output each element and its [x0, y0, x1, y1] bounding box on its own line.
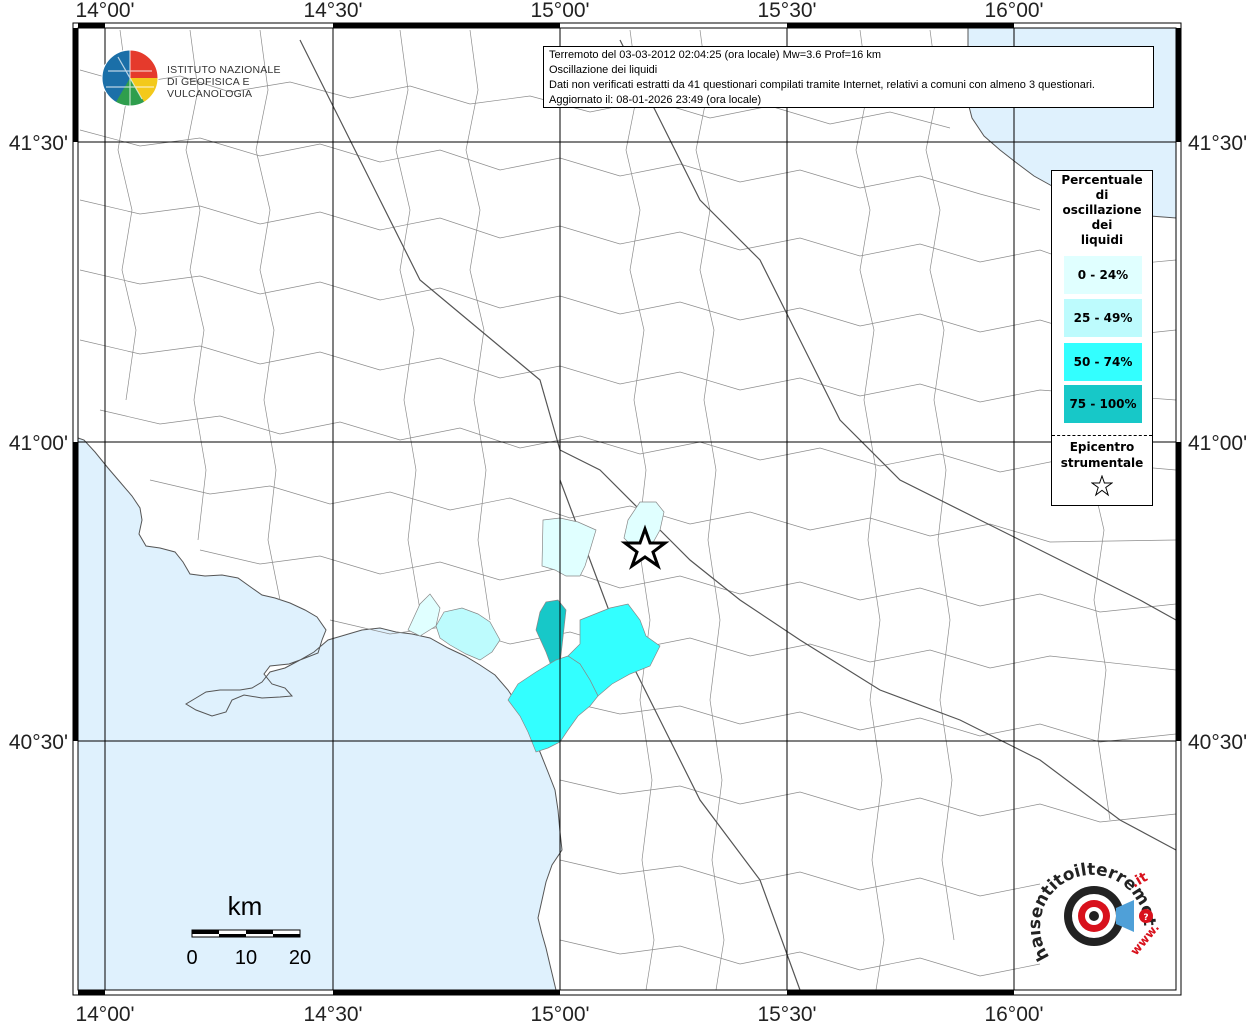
ingv-logo: ISTITUTO NAZIONALE DI GEOFISICA E VULCAN…	[98, 47, 318, 109]
lat-label-right-1: 41°00'	[1188, 432, 1247, 455]
scale-tick-10: 10	[235, 947, 257, 969]
data-note: Dati non verificati estratti da 41 quest…	[549, 79, 1095, 91]
lon-label-bottom-2: 15°00'	[530, 1003, 589, 1024]
lon-label-top-4: 16°00'	[984, 0, 1043, 22]
sentito-logo-graphic: haisentitoilterremoto ? www. .it	[1024, 845, 1162, 964]
event-title: Terremoto del 03-03-2012 02:04:25 (ora l…	[549, 49, 882, 61]
event-info-box: Terremoto del 03-03-2012 02:04:25 (ora l…	[543, 46, 1154, 108]
legend-title-line3: oscillazione	[1062, 203, 1142, 217]
lon-label-bottom-4: 16°00'	[984, 1003, 1043, 1024]
lon-label-bottom-1: 14°30'	[303, 1003, 362, 1024]
legend-class-25-49: 25 - 49%	[1064, 299, 1142, 337]
lon-label-top-1: 14°30'	[303, 0, 362, 22]
scale-bar-graphic: km 0 10 20	[186, 891, 311, 969]
scale-tick-0: 0	[186, 947, 197, 969]
legend-title-line4: dei	[1091, 218, 1113, 232]
legend-title-line5: liquidi	[1080, 233, 1124, 247]
legend-title-line1: Percentuale	[1061, 173, 1143, 187]
lon-label-top-0: 14°00'	[75, 0, 134, 22]
lat-label-right-2: 40°30'	[1188, 731, 1247, 754]
legend-title-line2: di	[1095, 188, 1109, 202]
legend-separator	[1052, 435, 1152, 436]
lat-label-left-0: 41°30'	[9, 132, 68, 155]
ingv-name-line1: ISTITUTO NAZIONALE	[167, 64, 281, 76]
ingv-globe-icon	[101, 49, 159, 107]
scale-unit: km	[228, 891, 263, 921]
legend-epicenter-label: Epicentro strumentale	[1052, 439, 1152, 471]
legend-class-0-24: 0 - 24%	[1064, 256, 1142, 294]
map-subject: Oscillazione dei liquidi	[549, 64, 658, 76]
ingv-name-line2: DI GEOFISICA E VULCANOLOGIA	[167, 76, 253, 100]
legend-star-icon	[1091, 475, 1113, 497]
ingv-name: ISTITUTO NAZIONALE DI GEOFISICA E VULCAN…	[167, 64, 318, 100]
lat-label-left-2: 40°30'	[9, 731, 68, 754]
scale-bar: km 0 10 20	[185, 888, 325, 978]
legend-epicenter-line1: Epicentro	[1069, 440, 1135, 454]
update-time: Aggiornato il: 08-01-2026 23:49 (ora loc…	[549, 94, 762, 106]
legend-epicenter-line2: strumentale	[1060, 456, 1144, 470]
haisentitoilterremoto-logo: haisentitoilterremoto ? www. .it	[1024, 845, 1170, 980]
lat-label-right-0: 41°30'	[1188, 132, 1247, 155]
lon-label-bottom-0: 14°00'	[75, 1003, 134, 1024]
legend-class-50-74: 50 - 74%	[1064, 343, 1142, 381]
legend-title: Percentuale di oscillazione dei liquidi	[1052, 171, 1152, 253]
lat-label-left-1: 41°00'	[9, 432, 68, 455]
lon-label-top-3: 15°30'	[757, 0, 816, 22]
legend-class-75-100: 75 - 100%	[1064, 385, 1142, 423]
legend: Percentuale di oscillazione dei liquidi …	[1051, 170, 1153, 506]
svg-text:?: ?	[1143, 913, 1148, 923]
scale-tick-20: 20	[289, 947, 311, 969]
lon-label-top-2: 15°00'	[530, 0, 589, 22]
lon-label-bottom-3: 15°30'	[757, 1003, 816, 1024]
